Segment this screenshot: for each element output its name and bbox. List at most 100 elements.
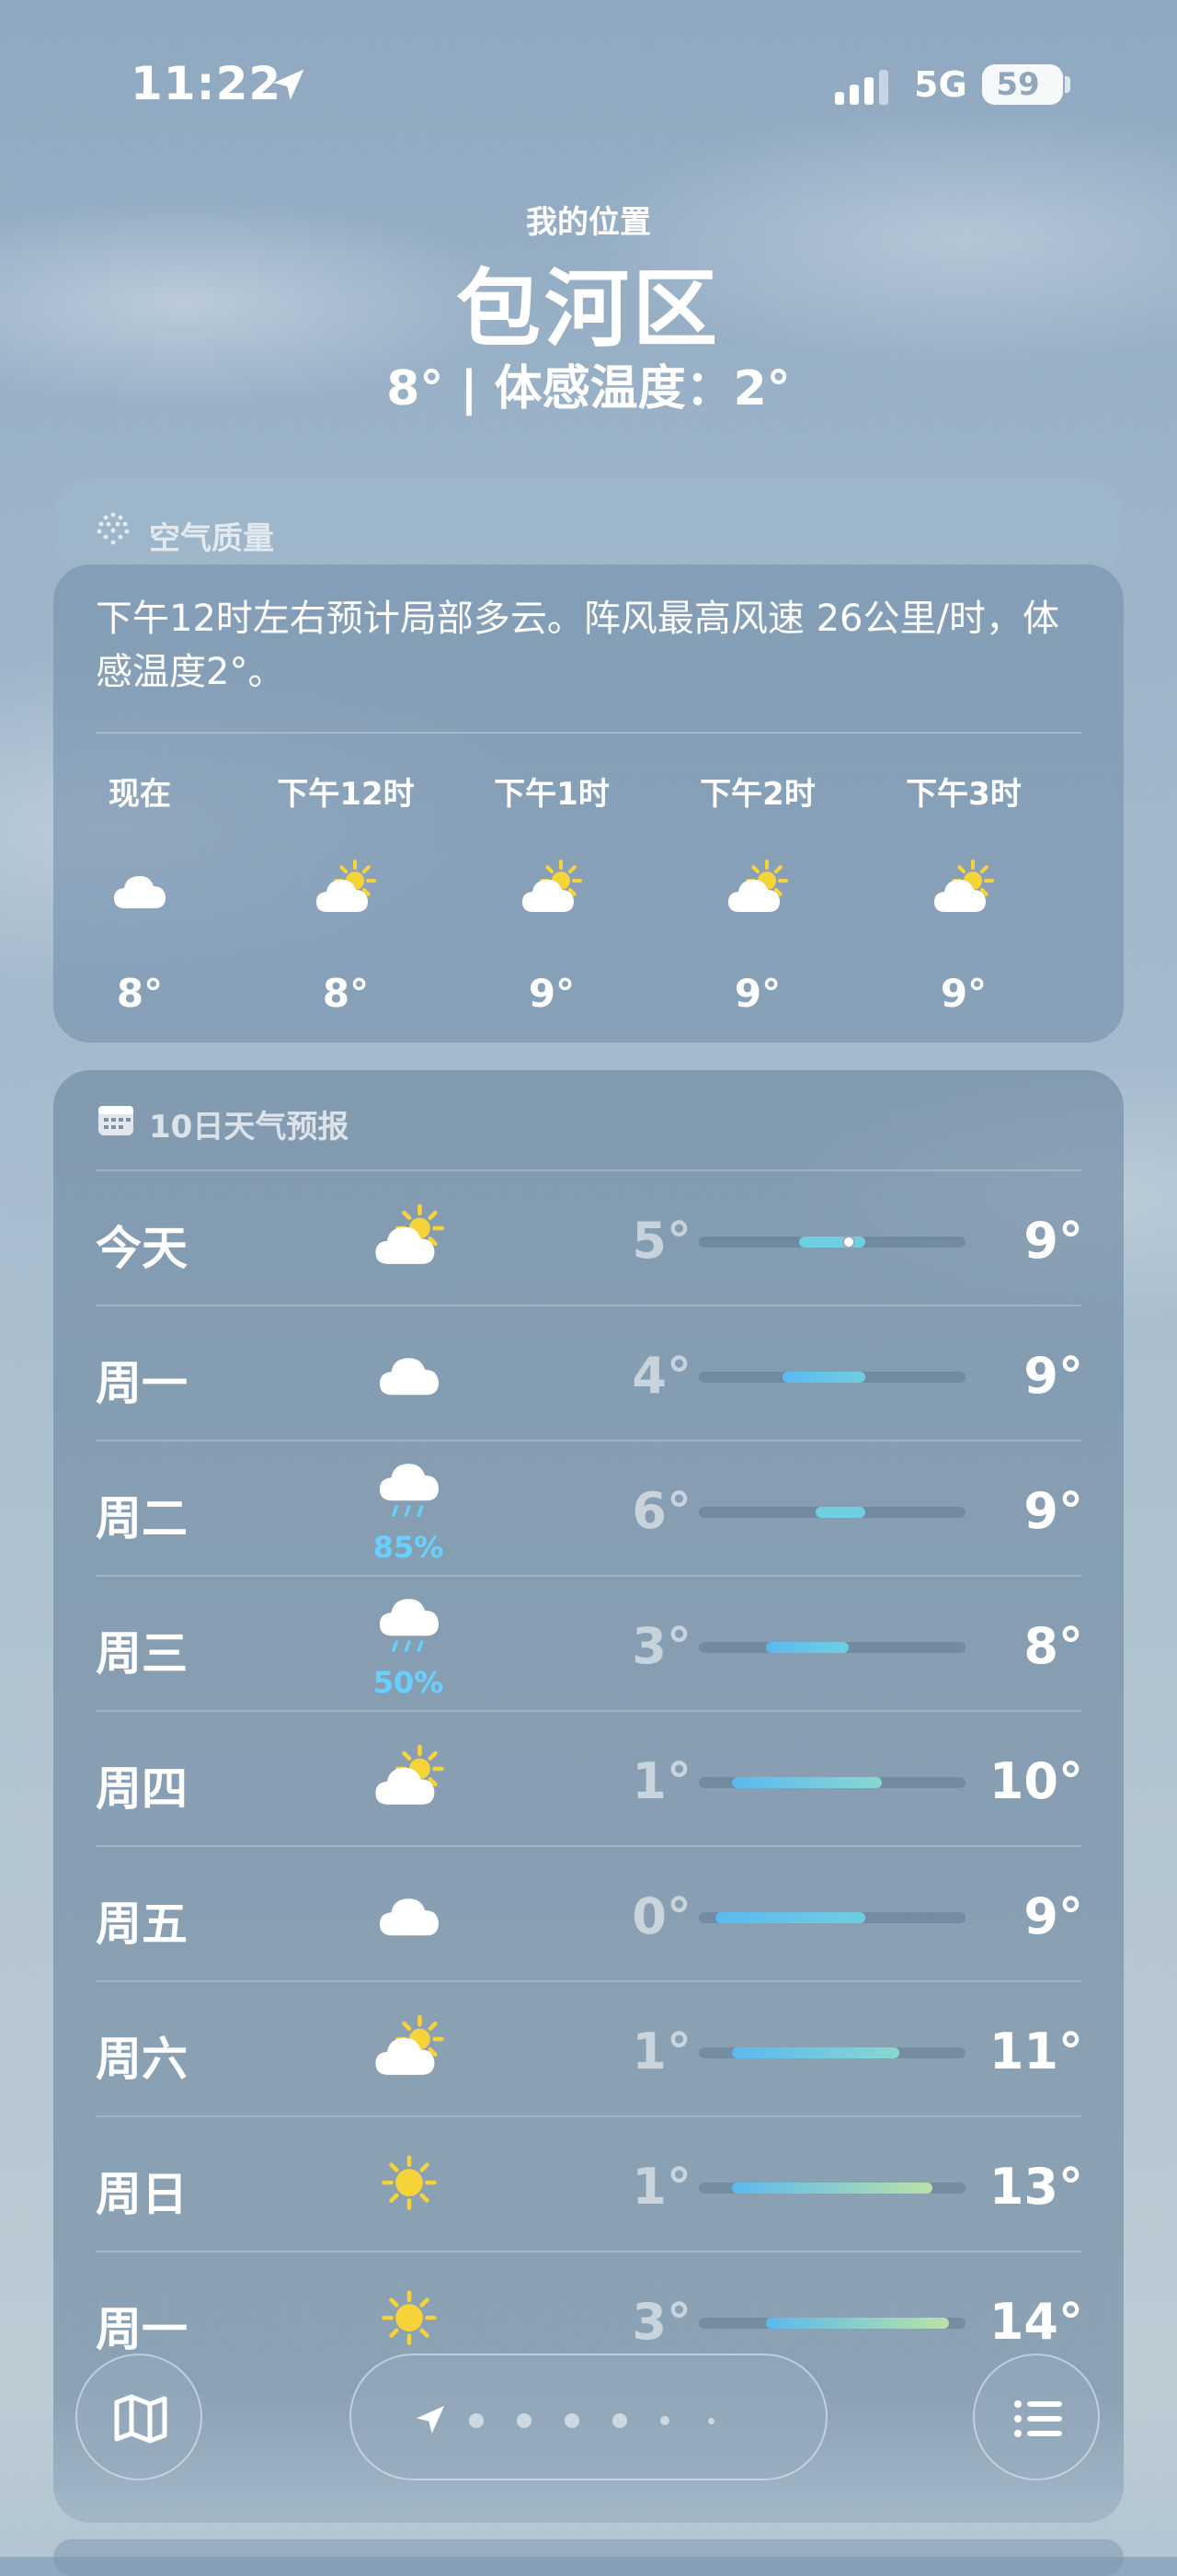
ten-day-label: 10日天气预报 [149, 1109, 349, 1146]
low-temp: 1° [632, 2023, 691, 2080]
high-temp: 9° [1023, 1347, 1083, 1405]
high-temp: 9° [1023, 1212, 1083, 1270]
forecast-day-row[interactable]: 周三 50% 3° 8° [53, 1577, 1124, 1712]
forecast-day-row[interactable]: 周六 1° 11° [53, 1982, 1124, 2117]
low-temp: 3° [632, 2293, 691, 2351]
hourly-item: 下午2时 9° [666, 754, 850, 1030]
partly-cloudy-icon [368, 1199, 451, 1272]
partly-cloudy-icon [368, 2010, 451, 2083]
calendar-icon [98, 1106, 133, 1135]
day-name: 今天 [96, 1222, 188, 1275]
hourly-time: 现在 [109, 776, 171, 813]
partly-cloudy-icon [309, 855, 383, 919]
temp-range-bar [699, 2183, 966, 2194]
temp-range-bar [699, 1507, 966, 1518]
forecast-day-row[interactable]: 周五 0° 9° [53, 1847, 1124, 1982]
high-temp: 9° [1023, 1887, 1083, 1945]
day-name: 周日 [96, 2168, 188, 2221]
city-name: 包河区 [455, 260, 721, 359]
hourly-time: 下午12时 [277, 776, 415, 813]
high-temp: 10° [988, 1752, 1083, 1810]
low-temp: 3° [632, 1617, 691, 1675]
hourly-item: 现在 8° [53, 754, 232, 1030]
forecast-day-row[interactable]: 周四 1° 10° [53, 1712, 1124, 1847]
low-temp: 4° [632, 1347, 691, 1405]
list-button[interactable] [973, 2354, 1100, 2480]
temp-range-fill [715, 1912, 866, 1923]
low-temp: 1° [632, 1752, 691, 1810]
page-dot[interactable] [660, 2416, 669, 2425]
page-dot[interactable] [469, 2413, 484, 2428]
map-button[interactable] [75, 2354, 202, 2480]
hourly-temp: 8° [322, 971, 370, 1016]
battery-level: 59 [996, 66, 1040, 103]
forecast-day-row[interactable]: 周一 4° 9° [53, 1306, 1124, 1442]
page-dot[interactable] [708, 2418, 714, 2424]
high-temp: 11° [988, 2023, 1083, 2080]
precip-chance: 85% [372, 1530, 444, 1565]
map-icon [114, 2394, 167, 2444]
temp-range-bar [699, 1236, 966, 1248]
low-temp: 1° [632, 2158, 691, 2216]
hourly-temp: 9° [940, 971, 988, 1016]
temp-range-bar [699, 1912, 966, 1923]
partly-cloudy-icon [721, 855, 794, 919]
day-name: 周五 [96, 1898, 188, 1951]
current-temp-marker [842, 1236, 856, 1248]
sun-icon [368, 2280, 451, 2354]
page-indicator[interactable] [349, 2354, 828, 2480]
list-icon [1014, 2400, 1062, 2437]
day-name: 周六 [96, 2033, 188, 2086]
hourly-item: 下午12时 8° [254, 754, 438, 1030]
temp-range-fill [798, 1237, 866, 1248]
hourly-time: 下午1时 [494, 776, 610, 813]
temp-range-fill [765, 1642, 850, 1653]
page-dot[interactable] [565, 2413, 579, 2428]
air-quality-label: 空气质量 [149, 520, 274, 557]
location-arrow-icon [273, 69, 304, 100]
high-temp: 13° [988, 2158, 1083, 2216]
sun-icon [368, 2145, 451, 2218]
hourly-time: 下午2时 [700, 776, 816, 813]
high-temp: 8° [1023, 1617, 1083, 1675]
temp-range-bar [699, 1642, 966, 1653]
precip-chance: 50% [372, 1665, 444, 1700]
low-temp: 0° [632, 1887, 691, 1945]
cloud-icon [368, 1875, 451, 1948]
hourly-temp: 9° [528, 971, 576, 1016]
location-arrow-icon [417, 2406, 444, 2434]
page-dot[interactable] [517, 2413, 531, 2428]
forecast-day-row[interactable]: 周二 85% 6° 9° [53, 1442, 1124, 1577]
page-dot[interactable] [612, 2413, 627, 2428]
air-quality-icon [97, 512, 130, 545]
hourly-temp: 9° [734, 971, 782, 1016]
divider [96, 732, 1081, 734]
temp-range-fill [815, 1507, 866, 1518]
day-name: 周四 [96, 1762, 188, 1816]
low-temp: 6° [632, 1482, 691, 1540]
hourly-time: 下午 [1078, 769, 1124, 814]
forecast-day-row[interactable]: 今天 5° 9° [53, 1171, 1124, 1306]
temp-range-bar [699, 1372, 966, 1383]
low-temp: 5° [632, 1212, 691, 1270]
partly-cloudy-icon [927, 855, 1000, 919]
partly-cloudy-icon [368, 1739, 451, 1813]
temp-range-bar [699, 2047, 966, 2058]
rain-icon [368, 1590, 451, 1663]
cloud-icon [103, 855, 177, 919]
my-location-label: 我的位置 [526, 204, 651, 241]
temp-range-fill [732, 2047, 899, 2058]
hourly-scroll[interactable]: 现在 8° 下午12时 8° 下午1时 9° 下午2时 9° 下午3时 9° 下午 [53, 754, 1124, 1030]
hourly-item: 下午3时 9° [872, 754, 1056, 1030]
day-name: 周一 [96, 1357, 188, 1410]
hourly-time: 下午3时 [906, 776, 1022, 813]
current-temp-feels: 8° | 体感温度：2° [386, 361, 791, 416]
high-temp: 14° [988, 2293, 1083, 2351]
partly-cloudy-icon [515, 855, 588, 919]
day-name: 周二 [96, 1492, 188, 1545]
hourly-item: 下午 [1078, 754, 1124, 1030]
temp-range-fill [732, 2183, 932, 2194]
temp-range-fill [782, 1372, 866, 1383]
forecast-day-row[interactable]: 周日 1° 13° [53, 2117, 1124, 2252]
rain-icon [368, 1454, 451, 1528]
